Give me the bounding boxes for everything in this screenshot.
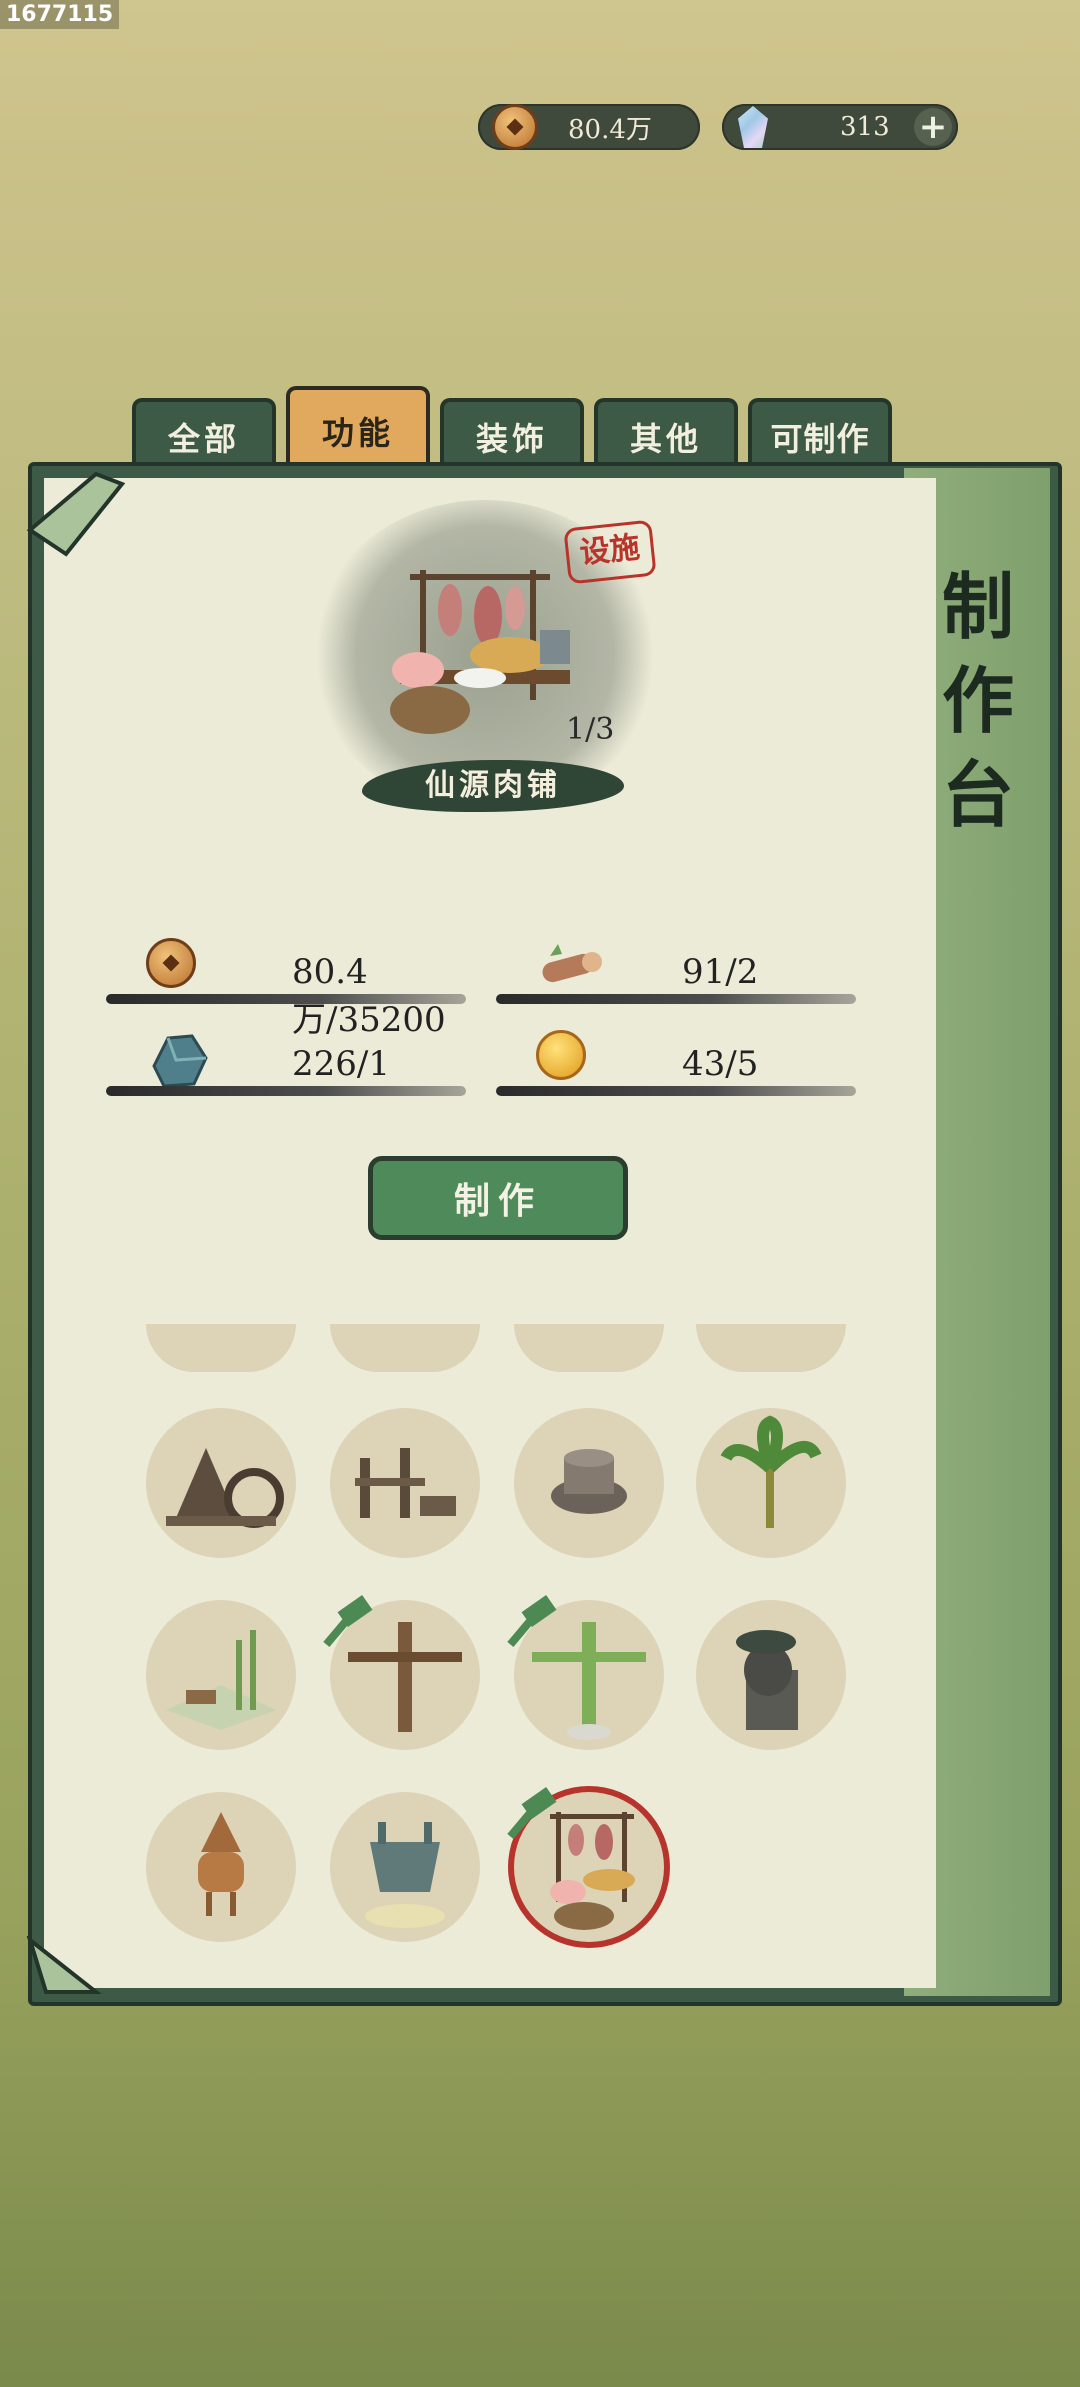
tab-decoration[interactable]: 装饰 — [440, 398, 584, 472]
gold-orb-icon — [536, 1030, 586, 1080]
ink-underline — [106, 994, 466, 1004]
copper-coin-icon — [492, 104, 538, 150]
watermill-hut-icon — [166, 1448, 284, 1528]
facility-badge: 设施 — [563, 519, 657, 585]
coin-amount: 80.4万 — [568, 114, 652, 145]
grid-item-stele[interactable] — [696, 1600, 846, 1750]
cost-stone: 226/1 — [106, 1034, 466, 1096]
coin-balance: 80.4万 — [478, 104, 700, 150]
cost-orb: 43/5 — [496, 1030, 856, 1096]
wooden-rack-icon — [355, 1448, 456, 1518]
crystal-gem-icon — [738, 106, 768, 148]
grid-item-incense[interactable] — [146, 1792, 296, 1942]
bronze-ding-icon — [365, 1822, 445, 1928]
add-gems-button[interactable]: + — [914, 108, 952, 146]
tab-other[interactable]: 其他 — [594, 398, 738, 472]
grid-item-stonemill[interactable] — [514, 1408, 664, 1558]
craftable-hammer-icon — [507, 1787, 557, 1840]
cost-wood: 91/2 — [496, 944, 856, 1004]
cost-coins: 80.4万/35200 — [106, 938, 466, 1040]
grid-item-ding[interactable] — [330, 1792, 480, 1942]
cost-orb-value: 43/5 — [682, 1044, 759, 1084]
ink-underline — [106, 1086, 466, 1096]
screen-id: 1677115 — [0, 0, 120, 29]
bamboo-garden-icon — [166, 1630, 276, 1730]
scroll-curl-top-icon — [26, 471, 126, 557]
grid-item-bamboo-garden[interactable] — [146, 1600, 296, 1750]
tab-function[interactable]: 功能 — [286, 386, 430, 472]
copper-coin-icon — [146, 938, 196, 988]
craftable-hammer-icon — [323, 1595, 373, 1648]
scroll-curl-bottom-icon — [26, 1936, 102, 1994]
cost-stone-value: 226/1 — [292, 1044, 390, 1084]
ink-underline — [496, 994, 856, 1004]
owned-count: 1/3 — [566, 712, 615, 747]
craft-button[interactable]: 制作 — [368, 1156, 628, 1240]
grid-item-rack[interactable] — [330, 1408, 480, 1558]
stone-stele-icon — [736, 1630, 798, 1730]
grid-item-watermill[interactable] — [146, 1408, 296, 1558]
grid-item-banana[interactable] — [696, 1408, 846, 1558]
ink-underline — [496, 1086, 856, 1096]
blue-stone-icon — [152, 1034, 208, 1088]
stone-mill-icon — [551, 1449, 627, 1514]
gem-amount: 313 — [840, 112, 890, 142]
gem-balance: 313 + — [722, 104, 958, 150]
panel-title: 制作台 — [941, 564, 1014, 837]
wood-log-icon — [542, 944, 602, 983]
tab-craftable[interactable]: 可制作 — [748, 398, 892, 472]
incense-burner-icon — [198, 1812, 244, 1916]
cost-wood-value: 91/2 — [682, 952, 759, 992]
tab-all[interactable]: 全部 — [132, 398, 276, 472]
banana-tree-icon — [720, 1415, 822, 1528]
craftable-hammer-icon — [507, 1595, 557, 1648]
